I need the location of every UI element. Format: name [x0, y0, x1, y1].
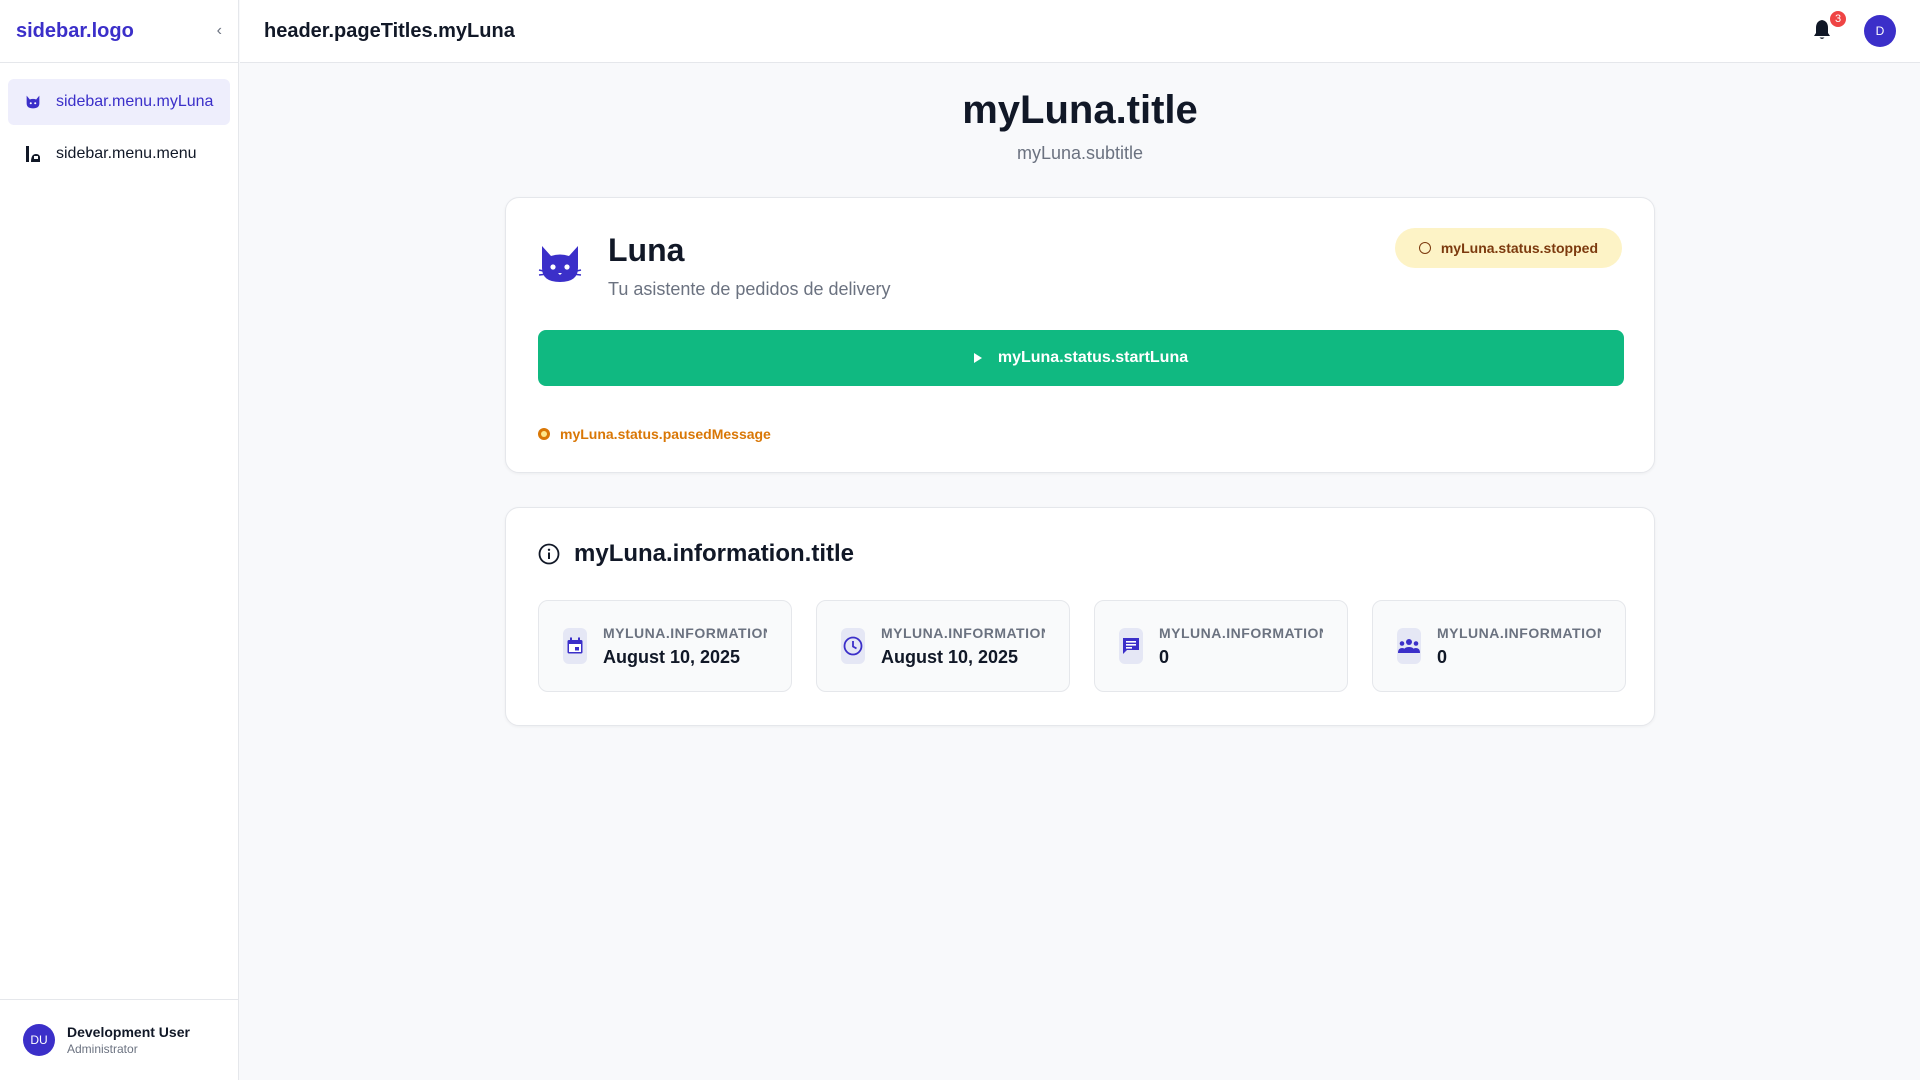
assistant-description: Tu asistente de pedidos de delivery — [608, 279, 891, 299]
main-title: myLuna.title — [962, 88, 1198, 132]
info-active-users: MYLUNA.INFORMATION.ACTIVEUSERS 0 — [1372, 600, 1626, 692]
chat-icon — [1119, 628, 1143, 664]
collapse-sidebar-button[interactable]: ‹ — [217, 22, 222, 40]
sidebar-header: sidebar.logo ‹ — [0, 0, 238, 63]
users-icon — [1397, 628, 1421, 664]
status-label: myLuna.status.stopped — [1440, 240, 1598, 256]
info-icon — [538, 543, 560, 565]
info-label: MYLUNA.INFORMATION.CREATEDAT — [603, 624, 767, 641]
page-title: header.pageTitles.myLuna — [264, 19, 515, 42]
information-card: myLuna.information.title MYLUNA.INFORMAT… — [505, 507, 1655, 726]
user-name: Development User — [67, 1024, 190, 1040]
sidebar-item-menu[interactable]: sidebar.menu.menu — [8, 131, 230, 177]
logo[interactable]: sidebar.logo — [16, 20, 134, 43]
information-title: myLuna.information.title — [574, 540, 855, 567]
info-label: MYLUNA.INFORMATION.LASTUPDATED — [881, 624, 1045, 641]
start-luna-label: myLuna.status.startLuna — [997, 349, 1189, 366]
info-value: August 10, 2025 — [881, 646, 1019, 667]
user-profile[interactable]: DU Development User Administrator — [0, 999, 239, 1080]
paused-message-text: myLuna.status.pausedMessage — [560, 426, 771, 442]
info-last-updated: MYLUNA.INFORMATION.LASTUPDATED August 10… — [816, 600, 1070, 692]
info-value: 0 — [1437, 646, 1448, 667]
start-luna-button[interactable]: myLuna.status.startLuna — [538, 330, 1624, 386]
avatar: DU — [23, 1024, 55, 1056]
info-total-conversations: MYLUNA.INFORMATION.TOTALCONVERSATIONS 0 — [1094, 600, 1348, 692]
calendar-icon — [563, 628, 587, 664]
sidebar-item-label: sidebar.menu.menu — [56, 145, 197, 162]
user-role: Administrator — [67, 1042, 138, 1056]
top-header: header.pageTitles.myLuna 3 D — [240, 0, 1920, 63]
bell-icon — [1814, 20, 1830, 39]
play-icon — [973, 353, 982, 363]
status-circle-icon — [1418, 242, 1431, 254]
notifications-button[interactable]: 3 — [1812, 11, 1846, 43]
luna-status-card: Luna Tu asistente de pedidos de delivery… — [505, 197, 1655, 473]
assistant-name: Luna — [608, 232, 685, 268]
user-avatar-button[interactable]: D — [1864, 15, 1896, 47]
status-badge: myLuna.status.stopped — [1394, 228, 1622, 268]
info-label: MYLUNA.INFORMATION.TOTALCONVERSATIONS — [1159, 624, 1323, 641]
food-icon — [24, 145, 42, 163]
paused-message: myLuna.status.pausedMessage — [538, 426, 1622, 442]
info-value: 0 — [1159, 646, 1170, 667]
info-created-at: MYLUNA.INFORMATION.CREATEDAT August 10, … — [538, 600, 792, 692]
information-grid: MYLUNA.INFORMATION.CREATEDAT August 10, … — [538, 600, 1626, 692]
main-content: myLuna.title myLuna.subtitle Luna Tu asi… — [240, 64, 1920, 1080]
cat-icon — [538, 246, 582, 282]
sidebar-item-label: sidebar.menu.myLuna — [56, 93, 214, 110]
sidebar: sidebar.logo ‹ sidebar.menu.myLuna sideb… — [0, 0, 239, 1080]
main-subtitle: myLuna.subtitle — [1016, 143, 1144, 163]
info-value: August 10, 2025 — [603, 646, 741, 667]
clock-icon — [841, 628, 865, 664]
notification-count-badge: 3 — [1830, 11, 1846, 27]
pause-icon — [538, 428, 550, 440]
sidebar-menu: sidebar.menu.myLuna sidebar.menu.menu — [0, 63, 238, 199]
info-label: MYLUNA.INFORMATION.ACTIVEUSERS — [1437, 624, 1601, 641]
sidebar-item-my-luna[interactable]: sidebar.menu.myLuna — [8, 79, 230, 125]
cat-icon — [24, 93, 42, 111]
